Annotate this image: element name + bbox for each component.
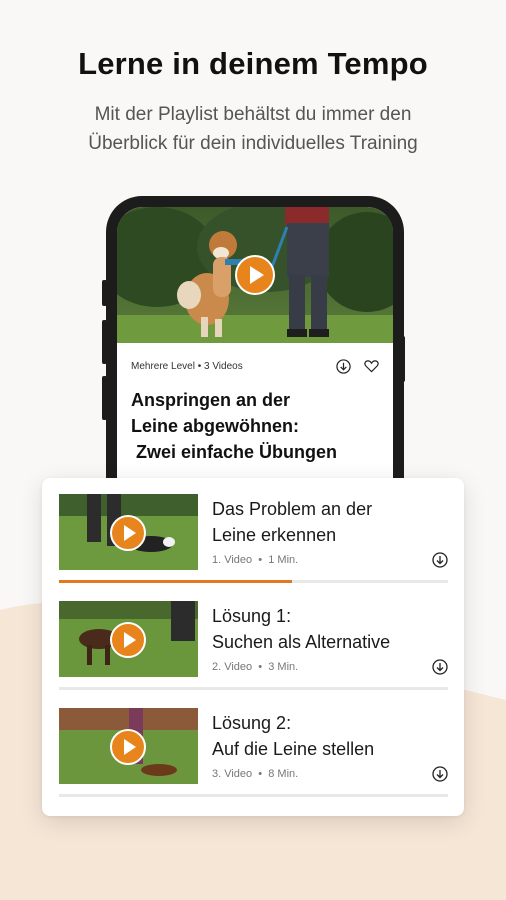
subline-line-2: Überblick für dein individuelles Trainin… xyxy=(88,133,418,154)
video-title-line: Lösung 2: xyxy=(212,713,292,733)
phone-screen: Mehrere Level • 3 Videos Anspringen an d… xyxy=(117,207,393,493)
download-icon[interactable] xyxy=(432,552,448,568)
progress-track xyxy=(59,580,448,583)
featured-meta-row: Mehrere Level • 3 Videos xyxy=(131,357,379,375)
video-title-line: Suchen als Alternative xyxy=(212,632,391,652)
play-icon[interactable] xyxy=(110,515,146,551)
video-title: Lösung 2: Auf die Leine stellen xyxy=(212,710,448,762)
video-thumbnail[interactable] xyxy=(59,494,198,570)
featured-title-line: Zwei einfache Übungen xyxy=(131,442,338,462)
featured-video-thumbnail[interactable] xyxy=(117,207,393,343)
subline-line-1: Mit der Playlist behältst du immer den xyxy=(94,104,412,125)
phone-side-button xyxy=(102,320,107,364)
playlist-item-1[interactable]: Das Problem an der Leine erkennen 1. Vid… xyxy=(59,478,448,583)
play-icon[interactable] xyxy=(110,622,146,658)
play-icon[interactable] xyxy=(110,729,146,765)
playlist-card: Das Problem an der Leine erkennen 1. Vid… xyxy=(42,478,464,816)
video-meta: 3. Video • 8 Min. xyxy=(212,768,299,780)
playlist-item-3[interactable]: Lösung 2: Auf die Leine stellen 3. Video… xyxy=(59,692,448,797)
page-subline: Mit der Playlist behältst du immer den Ü… xyxy=(40,100,466,158)
phone-side-button xyxy=(102,280,107,306)
download-icon[interactable] xyxy=(335,358,351,374)
video-title: Das Problem an der Leine erkennen xyxy=(212,496,448,548)
progress-track xyxy=(59,687,448,690)
phone-side-button xyxy=(102,376,107,420)
featured-title-line: Anspringen an der xyxy=(131,390,291,410)
progress-bar xyxy=(59,580,293,583)
heart-icon[interactable] xyxy=(363,358,379,374)
playlist-item-2[interactable]: Lösung 1: Suchen als Alternative 2. Vide… xyxy=(59,585,448,690)
video-title-line: Lösung 1: xyxy=(212,606,292,626)
video-meta: 2. Video • 3 Min. xyxy=(212,661,299,673)
featured-title-line: Leine abgewöhnen: xyxy=(131,416,300,436)
download-icon[interactable] xyxy=(432,766,448,782)
video-title: Lösung 1: Suchen als Alternative xyxy=(212,603,448,655)
progress-track xyxy=(59,794,448,797)
play-icon[interactable] xyxy=(235,255,275,295)
featured-video-title[interactable]: Anspringen an der Leine abgewöhnen: Zwei… xyxy=(131,387,383,465)
video-thumbnail[interactable] xyxy=(59,708,198,784)
download-icon[interactable] xyxy=(432,659,448,675)
video-title-line: Leine erkennen xyxy=(212,525,337,545)
video-title-line: Auf die Leine stellen xyxy=(212,739,375,759)
video-title-line: Das Problem an der xyxy=(212,499,373,519)
page-headline: Lerne in deinem Tempo xyxy=(78,46,428,81)
video-meta: 1. Video • 1 Min. xyxy=(212,554,299,566)
video-thumbnail[interactable] xyxy=(59,601,198,677)
featured-meta: Mehrere Level • 3 Videos xyxy=(131,360,243,372)
phone-power-button xyxy=(400,336,405,382)
